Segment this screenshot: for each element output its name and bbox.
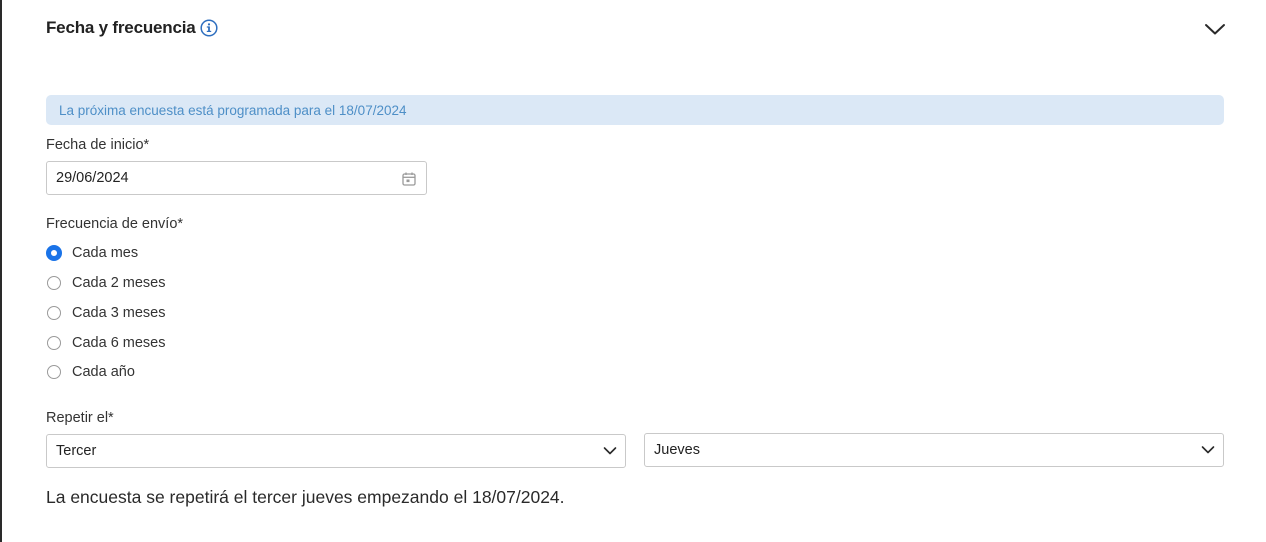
frequency-option-yearly[interactable]: Cada año: [46, 361, 135, 383]
calendar-icon[interactable]: [401, 171, 417, 187]
section-title: Fecha y frecuencia: [46, 18, 196, 37]
chevron-down-icon: [603, 447, 617, 455]
radio-button[interactable]: [47, 306, 61, 320]
repeat-ordinal-select[interactable]: Tercer: [46, 434, 626, 468]
frequency-option-label: Cada 3 meses: [72, 305, 166, 321]
radio-button[interactable]: [47, 336, 61, 350]
repeat-weekday-select[interactable]: Jueves: [644, 433, 1224, 467]
chevron-down-icon: [1201, 446, 1215, 454]
radio-button[interactable]: [47, 276, 61, 290]
repeat-ordinal-value: Tercer: [56, 443, 97, 459]
next-survey-banner-text: La próxima encuesta está programada para…: [59, 102, 407, 118]
next-survey-banner: La próxima encuesta está programada para…: [46, 95, 1224, 125]
frequency-option-label: Cada mes: [72, 245, 139, 261]
start-date-value: 29/06/2024: [56, 170, 129, 186]
start-date-label: Fecha de inicio*: [46, 137, 150, 153]
info-circle-icon[interactable]: [200, 19, 219, 37]
section-collapse-toggle[interactable]: [1203, 18, 1227, 40]
frequency-option-label: Cada 6 meses: [72, 335, 166, 351]
start-date-input[interactable]: 29/06/2024: [46, 161, 427, 195]
frequency-option-monthly[interactable]: Cada mes: [46, 242, 138, 264]
repeat-weekday-value: Jueves: [654, 442, 700, 458]
chevron-down-icon: [1205, 24, 1225, 35]
frequency-option-3-months[interactable]: Cada 3 meses: [46, 302, 166, 324]
schedule-summary: La encuesta se repetirá el tercer jueves…: [46, 487, 565, 507]
repeat-label: Repetir el*: [46, 410, 114, 426]
frequency-option-2-months[interactable]: Cada 2 meses: [46, 272, 166, 294]
radio-button-checked[interactable]: [46, 245, 62, 261]
frequency-option-label: Cada año: [72, 364, 135, 380]
frequency-label: Frecuencia de envío*: [46, 216, 184, 232]
frequency-option-6-months[interactable]: Cada 6 meses: [46, 332, 166, 354]
survey-schedule-panel: Fecha y frecuencia La próxima encuesta e…: [0, 0, 1266, 542]
section-header: Fecha y frecuencia: [46, 16, 219, 40]
panel-left-border: [0, 0, 2, 542]
frequency-option-label: Cada 2 meses: [72, 275, 166, 291]
radio-button[interactable]: [47, 365, 61, 379]
